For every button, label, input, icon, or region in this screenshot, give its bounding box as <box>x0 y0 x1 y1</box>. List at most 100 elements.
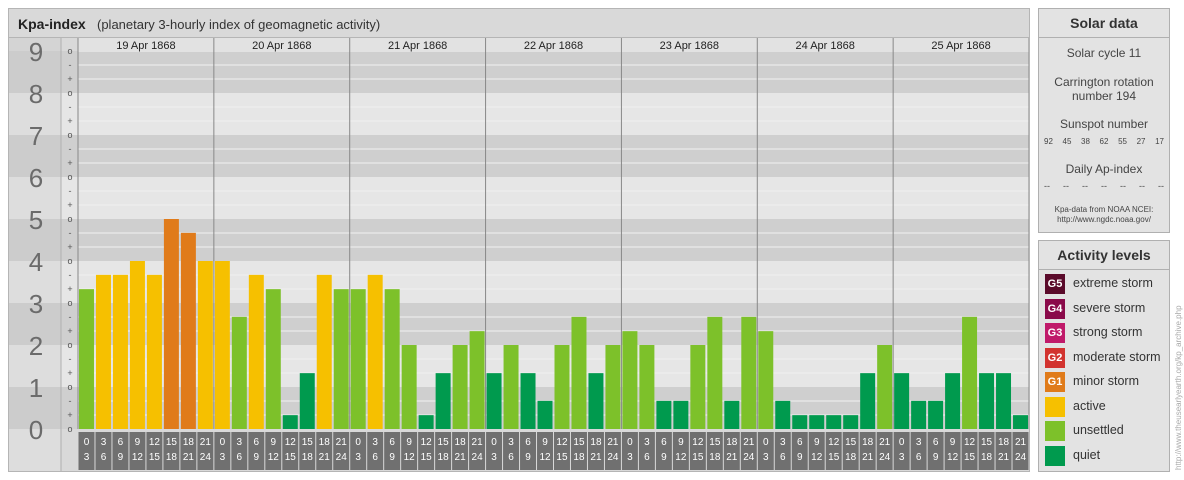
interval-start-label: 9 <box>950 437 956 448</box>
interval-end-label: 6 <box>372 452 378 463</box>
activity-level-active: active <box>1045 396 1169 417</box>
kp-bar <box>384 289 400 429</box>
interval-start-label: 18 <box>998 437 1010 448</box>
kp-bar <box>197 261 213 429</box>
interval-start-label: 0 <box>627 437 633 448</box>
interval-end-label: 12 <box>539 452 551 463</box>
kp-bar <box>146 274 162 429</box>
interval-end-label: 15 <box>421 452 433 463</box>
interval-start-label: 21 <box>1015 437 1027 448</box>
interval-start-label: 6 <box>118 437 124 448</box>
kp-tick-label: 8 <box>29 79 43 109</box>
interval-end-label: 6 <box>508 452 514 463</box>
activity-level-label: moderate storm <box>1073 349 1161 364</box>
kp-minor-tick-label: o <box>67 382 72 392</box>
interval-start-label: 12 <box>692 437 704 448</box>
ap-index-value: -- <box>1063 181 1069 191</box>
kp-bar <box>809 415 825 429</box>
kp-bar <box>452 345 468 429</box>
interval-start-label: 12 <box>421 437 433 448</box>
interval-start-label: 12 <box>556 437 568 448</box>
activity-level-label: extreme storm <box>1073 276 1153 290</box>
credit-url: http://www.theusearlyearth.org/kp_archiv… <box>1174 305 1183 470</box>
kp-minor-tick-label: o <box>67 130 72 140</box>
interval-start-label: 21 <box>336 437 348 448</box>
kp-bar <box>333 289 349 429</box>
kp-minor-tick-label: - <box>69 312 72 322</box>
interval-end-label: 21 <box>862 452 874 463</box>
interval-start-label: 12 <box>149 437 161 448</box>
kp-bar <box>316 274 332 429</box>
kp-minor-tick-label: - <box>69 186 72 196</box>
source-label: Kpa-data from NOAA NCEI: <box>1054 205 1154 214</box>
kp-bar <box>299 373 315 429</box>
interval-end-label: 3 <box>355 452 361 463</box>
kp-bar <box>996 373 1012 429</box>
interval-start-label: 0 <box>355 437 361 448</box>
day-label: 24 Apr 1868 <box>796 40 855 52</box>
ap-index-title: Daily Ap-index <box>1065 162 1143 176</box>
sunspot-value: 92 <box>1044 137 1053 146</box>
activity-level-quiet: quiet <box>1045 445 1169 466</box>
kp-minor-tick-label: o <box>67 256 72 266</box>
kp-minor-tick-label: + <box>67 326 72 336</box>
kp-bar <box>911 400 927 429</box>
activity-level-label: unsettled <box>1073 423 1124 437</box>
kp-tick-label: 5 <box>29 205 43 235</box>
kp-bar <box>656 400 672 429</box>
activity-level-label: minor storm <box>1073 374 1139 388</box>
source-url: http://www.ngdc.noaa.gov/ <box>1057 215 1151 224</box>
kp-bar <box>367 274 383 429</box>
kp-bar <box>928 400 944 429</box>
sunspot-value: 27 <box>1136 137 1146 146</box>
interval-start-label: 6 <box>389 437 395 448</box>
interval-end-label: 12 <box>404 452 416 463</box>
kp-bar <box>979 373 995 429</box>
interval-start-label: 6 <box>525 437 531 448</box>
activity-level-swatch: G2 <box>1045 347 1065 368</box>
kp-minor-tick-label: + <box>67 200 72 210</box>
sunspot-title: Sunspot number <box>1059 117 1149 131</box>
kp-bar <box>673 400 689 429</box>
kp-tick-label: 4 <box>29 247 43 277</box>
ap-index-value: -- <box>1158 181 1164 191</box>
interval-end-label: 9 <box>797 452 803 463</box>
sunspot-value: 38 <box>1081 137 1090 146</box>
solar-data-title: Solar data <box>1039 9 1169 38</box>
kp-bar <box>350 289 366 429</box>
interval-end-label: 15 <box>692 452 704 463</box>
kp-minor-tick-label: o <box>67 172 72 182</box>
interval-end-label: 15 <box>285 452 297 463</box>
interval-end-label: 6 <box>101 452 107 463</box>
kp-minor-tick-label: - <box>69 228 72 238</box>
activity-level-label: quiet <box>1073 447 1101 462</box>
kp-minor-tick-label: o <box>67 46 72 56</box>
kp-minor-tick-label: + <box>67 116 72 126</box>
interval-end-label: 3 <box>627 452 633 463</box>
kp-bar <box>248 274 264 429</box>
kp-bar <box>265 289 281 429</box>
kp-minor-tick-label: - <box>69 144 72 154</box>
ap-index-value: -- <box>1139 181 1145 191</box>
kp-bar <box>588 373 604 429</box>
interval-start-label: 12 <box>964 437 976 448</box>
interval-start-label: 18 <box>590 437 602 448</box>
kp-bar <box>707 316 723 429</box>
interval-end-label: 9 <box>661 452 667 463</box>
kp-bar <box>282 415 298 429</box>
interval-start-label: 3 <box>101 437 107 448</box>
kp-minor-tick-label: + <box>67 74 72 84</box>
interval-start-label: 9 <box>271 437 277 448</box>
day-label: 20 Apr 1868 <box>252 40 311 52</box>
kp-bar <box>469 331 485 429</box>
interval-end-label: 12 <box>675 452 687 463</box>
interval-start-label: 12 <box>285 437 297 448</box>
interval-start-label: 0 <box>84 437 90 448</box>
interval-start-label: 15 <box>709 437 721 448</box>
interval-start-label: 18 <box>183 437 195 448</box>
interval-start-label: 21 <box>472 437 484 448</box>
kp-band <box>61 93 1029 135</box>
kp-bar <box>877 345 893 429</box>
interval-end-label: 21 <box>998 452 1010 463</box>
interval-end-label: 21 <box>455 452 467 463</box>
